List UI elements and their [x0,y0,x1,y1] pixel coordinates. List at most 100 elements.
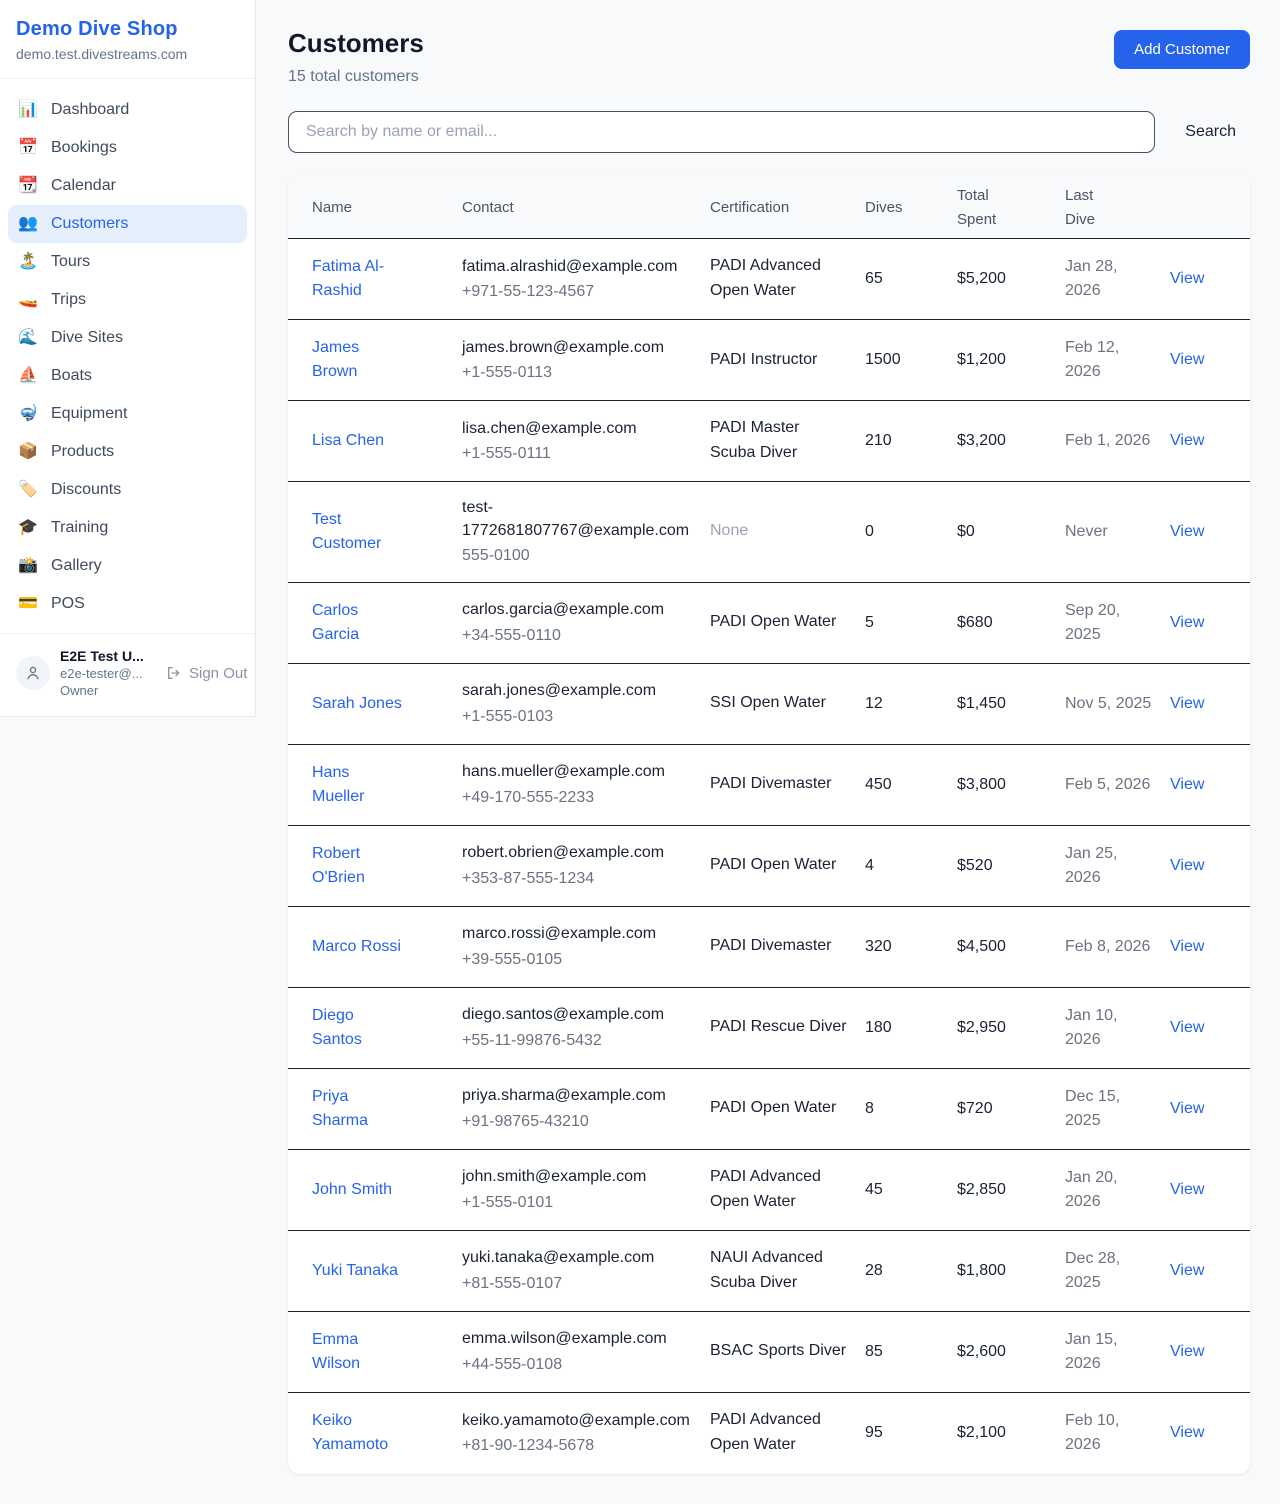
view-link[interactable]: View [1170,1181,1204,1198]
sign-out-button[interactable]: Sign Out [166,665,247,682]
view-link[interactable]: View [1170,270,1204,287]
sidebar-item-label: Dive Sites [51,329,123,347]
shop-name[interactable]: Demo Dive Shop [16,18,239,41]
customer-phone: +81-90-1234-5678 [462,1434,694,1457]
customer-name-link[interactable]: Carlos Garcia [312,599,406,647]
last-dive-cell: Jan 20, 2026 [1065,1166,1170,1214]
customer-name-link[interactable]: Keiko Yamamoto [312,1409,406,1457]
view-link[interactable]: View [1170,432,1204,449]
graduation-cap-icon: 🎓 [18,520,38,536]
customer-name-link[interactable]: Hans Mueller [312,761,406,809]
table-row: Robert O'Brienrobert.obrien@example.com+… [288,826,1250,907]
sidebar-item-equipment[interactable]: 🤿Equipment [8,395,247,433]
contact-cell: priya.sharma@example.com+91-98765-43210 [462,1084,710,1132]
last-dive-cell: Feb 8, 2026 [1065,935,1170,959]
sidebar-header: Demo Dive Shop demo.test.divestreams.com [0,0,255,79]
customer-email: priya.sharma@example.com [462,1084,694,1107]
view-link[interactable]: View [1170,1424,1204,1441]
customer-email: carlos.garcia@example.com [462,598,694,621]
last-dive-cell: Dec 15, 2025 [1065,1085,1170,1133]
certification-cell: NAUI Advanced Scuba Diver [710,1246,865,1296]
view-link[interactable]: View [1170,614,1204,631]
customer-name-link[interactable]: Marco Rossi [312,935,401,959]
search-input[interactable] [288,111,1155,153]
view-cell: View [1170,348,1226,371]
contact-cell: marco.rossi@example.com+39-555-0105 [462,922,710,970]
view-link[interactable]: View [1170,776,1204,793]
customer-phone: +1-555-0101 [462,1191,694,1214]
sidebar-item-calendar[interactable]: 📆Calendar [8,167,247,205]
sidebar-item-training[interactable]: 🎓 Training [8,509,247,547]
sidebar-item-dive-sites[interactable]: 🌊Dive Sites [8,319,247,357]
customer-email: keiko.yamamoto@example.com [462,1409,694,1432]
camera-flash-icon: 📸 [18,558,38,574]
view-link[interactable]: View [1170,1262,1204,1279]
sidebar-item-bookings[interactable]: 📅Bookings [8,129,247,167]
column-header: Total Spent [957,184,1065,231]
customer-phone: +49-170-555-2233 [462,786,694,809]
dives-cell: 180 [865,1016,957,1039]
view-link[interactable]: View [1170,938,1204,955]
last-dive-cell: Dec 28, 2025 [1065,1247,1170,1295]
total-spent-cell: $0 [957,520,1065,543]
customer-name-link[interactable]: Emma Wilson [312,1328,406,1376]
sidebar-item-dashboard[interactable]: 📊Dashboard [8,91,247,129]
view-cell: View [1170,429,1226,452]
dives-cell: 450 [865,773,957,796]
total-spent-cell: $680 [957,611,1065,634]
contact-cell: john.smith@example.com +1-555-0101 [462,1165,710,1213]
customer-name-link[interactable]: Diego Santos [312,1004,406,1052]
customer-name-link[interactable]: Priya Sharma [312,1085,406,1133]
certification-cell: PADI Master Scuba Diver [710,416,865,466]
sidebar-item-boats[interactable]: ⛵Boats [8,357,247,395]
certification-value: None [710,519,849,544]
name-cell: John Smith [312,1178,462,1202]
page-header-text: Customers 15 total customers [288,28,424,86]
customer-name-link[interactable]: James Brown [312,336,406,384]
view-cell: View [1170,773,1226,796]
customer-name-link[interactable]: Test Customer [312,508,406,556]
diving-mask-icon: 🤿 [18,406,38,422]
certification-value: PADI Open Water [710,1096,849,1121]
view-link[interactable]: View [1170,857,1204,874]
user-email: e2e-tester@... [60,666,148,681]
contact-cell: carlos.garcia@example.com+34-555-0110 [462,598,710,646]
view-link[interactable]: View [1170,1019,1204,1036]
sidebar-item-tours[interactable]: 🏝️Tours [8,243,247,281]
view-link[interactable]: View [1170,1100,1204,1117]
person-icon [24,664,42,682]
sidebar-item-label: Boats [51,367,92,385]
view-link[interactable]: View [1170,1343,1204,1360]
sidebar-item-gallery[interactable]: 📸Gallery [8,547,247,585]
view-cell: View [1170,1016,1226,1039]
last-dive-cell: Feb 10, 2026 [1065,1409,1170,1457]
view-link[interactable]: View [1170,351,1204,368]
search-row: Search [288,111,1250,153]
view-link[interactable]: View [1170,695,1204,712]
user-info: E2E Test U... e2e-tester@... Owner [60,648,148,698]
customer-name-link[interactable]: John Smith [312,1178,392,1202]
sidebar-item-pos[interactable]: 💳POS [8,585,247,623]
dives-cell: 45 [865,1178,957,1201]
sidebar-item-products[interactable]: 📦Products [8,433,247,471]
customer-name-link[interactable]: Robert O'Brien [312,842,406,890]
view-link[interactable]: View [1170,523,1204,540]
package-icon: 📦 [18,444,38,460]
total-spent-cell: $1,450 [957,692,1065,715]
customer-name-link[interactable]: Sarah Jones [312,692,402,716]
sidebar-item-customers[interactable]: 👥Customers [8,205,247,243]
sidebar-item-discounts[interactable]: 🏷️Discounts [8,471,247,509]
add-customer-button[interactable]: Add Customer [1114,30,1250,69]
search-button[interactable]: Search [1185,123,1236,141]
table-row: Carlos Garcia carlos.garcia@example.com+3… [288,583,1250,664]
sidebar-nav: 📊Dashboard📅Bookings📆Calendar👥Customers🏝️… [0,79,255,633]
customer-email: john.smith@example.com [462,1165,694,1188]
app-root: Demo Dive Shop demo.test.divestreams.com… [0,0,1280,1504]
sidebar-item-trips[interactable]: 🚤Trips [8,281,247,319]
sidebar-item-label: Training [51,519,108,537]
customer-name-link[interactable]: Yuki Tanaka [312,1259,398,1283]
certification-cell: PADI Advanced Open Water [710,1165,865,1215]
customer-name-link[interactable]: Fatima Al-Rashid [312,255,406,303]
sidebar-item-label: Calendar [51,177,116,195]
customer-name-link[interactable]: Lisa Chen [312,429,384,453]
